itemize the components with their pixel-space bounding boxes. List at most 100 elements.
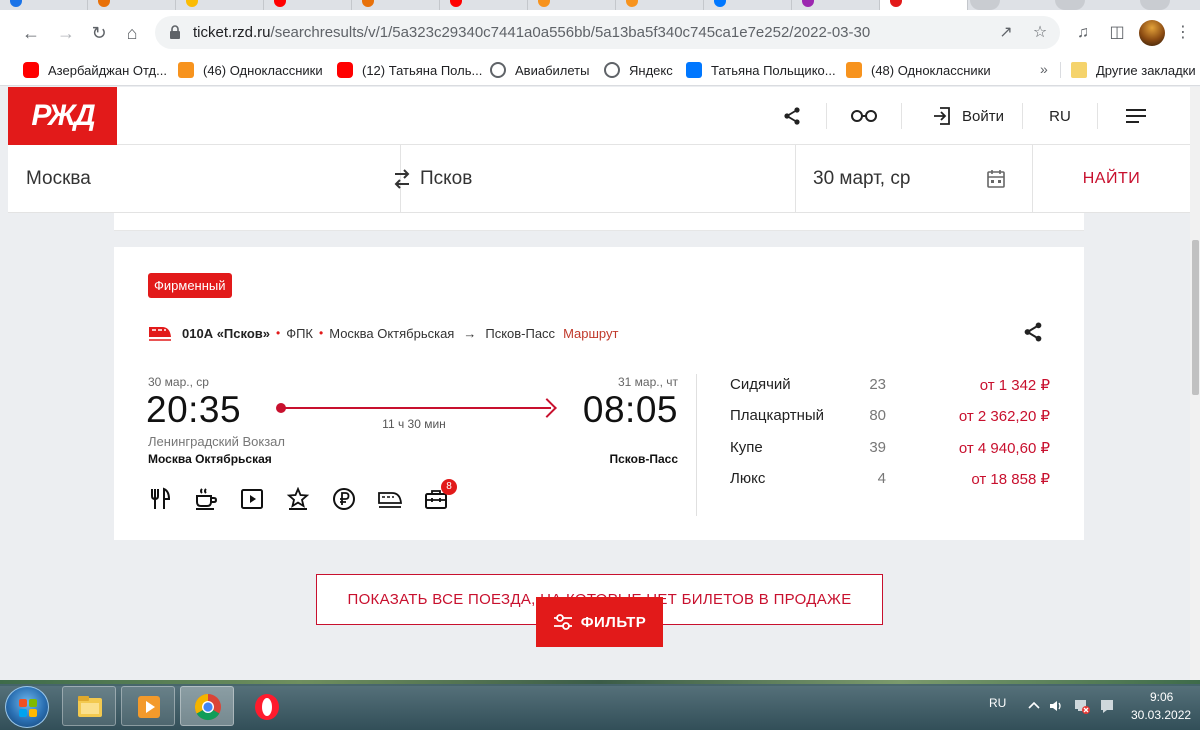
close-window-button[interactable] bbox=[1140, 0, 1170, 10]
class-row[interactable]: Люкс 4 от 18 858 ₽ bbox=[730, 467, 1050, 491]
route-link[interactable]: Маршрут bbox=[563, 326, 618, 341]
page-scrollbar[interactable] bbox=[1190, 87, 1200, 680]
folder-icon bbox=[1071, 62, 1087, 78]
media-control-icon[interactable]: ♫ bbox=[1072, 22, 1094, 44]
media-player-icon bbox=[138, 696, 160, 718]
bookmark-label: (46) Одноклассники bbox=[203, 62, 323, 78]
url-text[interactable]: ticket.rzd.ru/searchresults/v/1/5a323c29… bbox=[193, 24, 870, 41]
bookmark-item[interactable]: (46) Одноклассники bbox=[178, 61, 323, 79]
video-icon[interactable] bbox=[240, 487, 264, 511]
share-page-icon[interactable]: ↗ bbox=[995, 22, 1017, 44]
class-price[interactable]: от 1 342 ₽ bbox=[920, 376, 1050, 394]
browser-tab[interactable] bbox=[616, 0, 704, 10]
browser-tab[interactable] bbox=[528, 0, 616, 10]
globe-icon bbox=[604, 62, 620, 78]
bookmarks-bar: Азербайджан Отд... (46) Одноклассники (1… bbox=[0, 54, 1200, 86]
class-name: Купе bbox=[730, 439, 763, 456]
class-row[interactable]: Сидячий 23 от 1 342 ₽ bbox=[730, 373, 1050, 397]
browser-tab[interactable] bbox=[352, 0, 440, 10]
browser-tab[interactable] bbox=[440, 0, 528, 10]
forward-icon[interactable]: → bbox=[55, 22, 77, 44]
start-button[interactable] bbox=[5, 686, 49, 728]
other-bookmarks-label: Другие закладки bbox=[1096, 62, 1196, 78]
folder-icon bbox=[78, 696, 102, 717]
action-center-icon[interactable] bbox=[1099, 698, 1115, 714]
clock-date[interactable]: 30.03.2022 bbox=[1131, 708, 1191, 722]
minimize-button[interactable] bbox=[970, 0, 1000, 10]
scrollbar-thumb[interactable] bbox=[1192, 240, 1199, 395]
luggage-icon[interactable]: 8 bbox=[424, 479, 457, 511]
class-name: Плацкартный bbox=[730, 407, 825, 424]
browser-tab-active[interactable] bbox=[880, 0, 968, 10]
bookmark-label: Авиабилеты bbox=[515, 62, 590, 78]
star-icon[interactable] bbox=[286, 486, 310, 511]
login-button[interactable]: Войти bbox=[918, 87, 1018, 145]
address-bar[interactable]: ticket.rzd.ru/searchresults/v/1/5a323c29… bbox=[155, 16, 1060, 49]
browser-tab[interactable] bbox=[704, 0, 792, 10]
accessibility-button[interactable] bbox=[842, 87, 886, 145]
route-line bbox=[281, 407, 551, 409]
reload-icon[interactable]: ↻ bbox=[88, 22, 110, 44]
chevron-up-icon[interactable] bbox=[1026, 698, 1042, 714]
profile-avatar[interactable] bbox=[1139, 20, 1165, 46]
class-price[interactable]: от 2 362,20 ₽ bbox=[920, 407, 1050, 425]
previous-result-card bbox=[114, 213, 1084, 231]
browser-tab[interactable] bbox=[0, 0, 88, 10]
bookmark-item[interactable]: (12) Татьяна Поль... bbox=[337, 61, 482, 79]
home-icon[interactable]: ⌂ bbox=[121, 22, 143, 44]
departure-time: 20:35 bbox=[146, 389, 242, 430]
taskbar-explorer[interactable] bbox=[62, 686, 116, 726]
train-icon[interactable] bbox=[378, 487, 402, 511]
date-field[interactable]: 30 март, ср bbox=[813, 145, 973, 213]
bookmark-item[interactable]: Яндекс bbox=[604, 61, 673, 79]
network-offline-icon[interactable] bbox=[1074, 698, 1090, 714]
bookmark-star-icon[interactable]: ☆ bbox=[1029, 22, 1051, 44]
filter-button[interactable]: ФИЛЬТР bbox=[536, 597, 663, 647]
taskbar-opera[interactable] bbox=[239, 686, 293, 726]
browser-tab[interactable] bbox=[792, 0, 880, 10]
bookmark-item[interactable]: Авиабилеты bbox=[490, 61, 589, 79]
url-path: /searchresults/v/1/5a323c29340c7441a0a55… bbox=[270, 24, 871, 41]
calendar-button[interactable] bbox=[986, 145, 1008, 213]
arrival-time: 08:05 bbox=[582, 389, 678, 430]
to-field[interactable]: Псков bbox=[420, 145, 780, 213]
share-button[interactable] bbox=[772, 87, 812, 145]
maximize-button[interactable] bbox=[1055, 0, 1085, 10]
service-icons: 8 bbox=[148, 479, 470, 513]
windows-logo-icon bbox=[19, 699, 37, 717]
train-result-card[interactable]: Фирменный 010А «Псков» • ФПК • Москва Ок… bbox=[114, 247, 1084, 540]
bookmark-item[interactable]: Азербайджан Отд... bbox=[23, 61, 167, 79]
more-bookmarks-button[interactable]: » bbox=[1040, 61, 1048, 77]
find-button[interactable]: НАЙТИ bbox=[1033, 145, 1190, 213]
keyboard-language[interactable]: RU bbox=[989, 696, 1006, 710]
coffee-icon[interactable] bbox=[194, 487, 218, 511]
clock-time[interactable]: 9:06 bbox=[1150, 690, 1173, 704]
page-viewport: РЖД Войти RU Москва Псков 30 март, ср НА… bbox=[0, 87, 1190, 680]
chrome-menu-icon[interactable]: ⋮ bbox=[1172, 22, 1194, 44]
class-price[interactable]: от 4 940,60 ₽ bbox=[920, 439, 1050, 457]
from-field[interactable]: Москва bbox=[26, 145, 386, 213]
swap-stations-button[interactable] bbox=[393, 145, 417, 213]
menu-button[interactable] bbox=[1116, 87, 1156, 145]
browser-tab[interactable] bbox=[264, 0, 352, 10]
back-icon[interactable]: ← bbox=[20, 22, 42, 44]
taskbar-chrome[interactable] bbox=[180, 686, 234, 726]
side-panel-icon[interactable]: ◫ bbox=[1106, 22, 1128, 44]
route-to: Псков-Пасс bbox=[485, 325, 556, 341]
share-icon[interactable] bbox=[1022, 321, 1044, 343]
rzd-logo[interactable]: РЖД bbox=[8, 87, 117, 145]
language-switch[interactable]: RU bbox=[1038, 87, 1082, 145]
browser-tab[interactable] bbox=[176, 0, 264, 10]
class-row[interactable]: Плацкартный 80 от 2 362,20 ₽ bbox=[730, 404, 1050, 428]
train-icon bbox=[149, 327, 171, 341]
class-price[interactable]: от 18 858 ₽ bbox=[920, 470, 1050, 488]
restaurant-icon[interactable] bbox=[148, 487, 172, 511]
taskbar-media-player[interactable] bbox=[121, 686, 175, 726]
class-row[interactable]: Купе 39 от 4 940,60 ₽ bbox=[730, 436, 1050, 460]
bookmark-item[interactable]: (48) Одноклассники bbox=[846, 61, 991, 79]
other-bookmarks-folder[interactable]: Другие закладки bbox=[1071, 61, 1196, 79]
ruble-icon[interactable] bbox=[332, 487, 356, 511]
volume-icon[interactable] bbox=[1048, 698, 1064, 714]
browser-tab[interactable] bbox=[88, 0, 176, 10]
bookmark-item[interactable]: Татьяна Польщико... bbox=[686, 61, 836, 79]
